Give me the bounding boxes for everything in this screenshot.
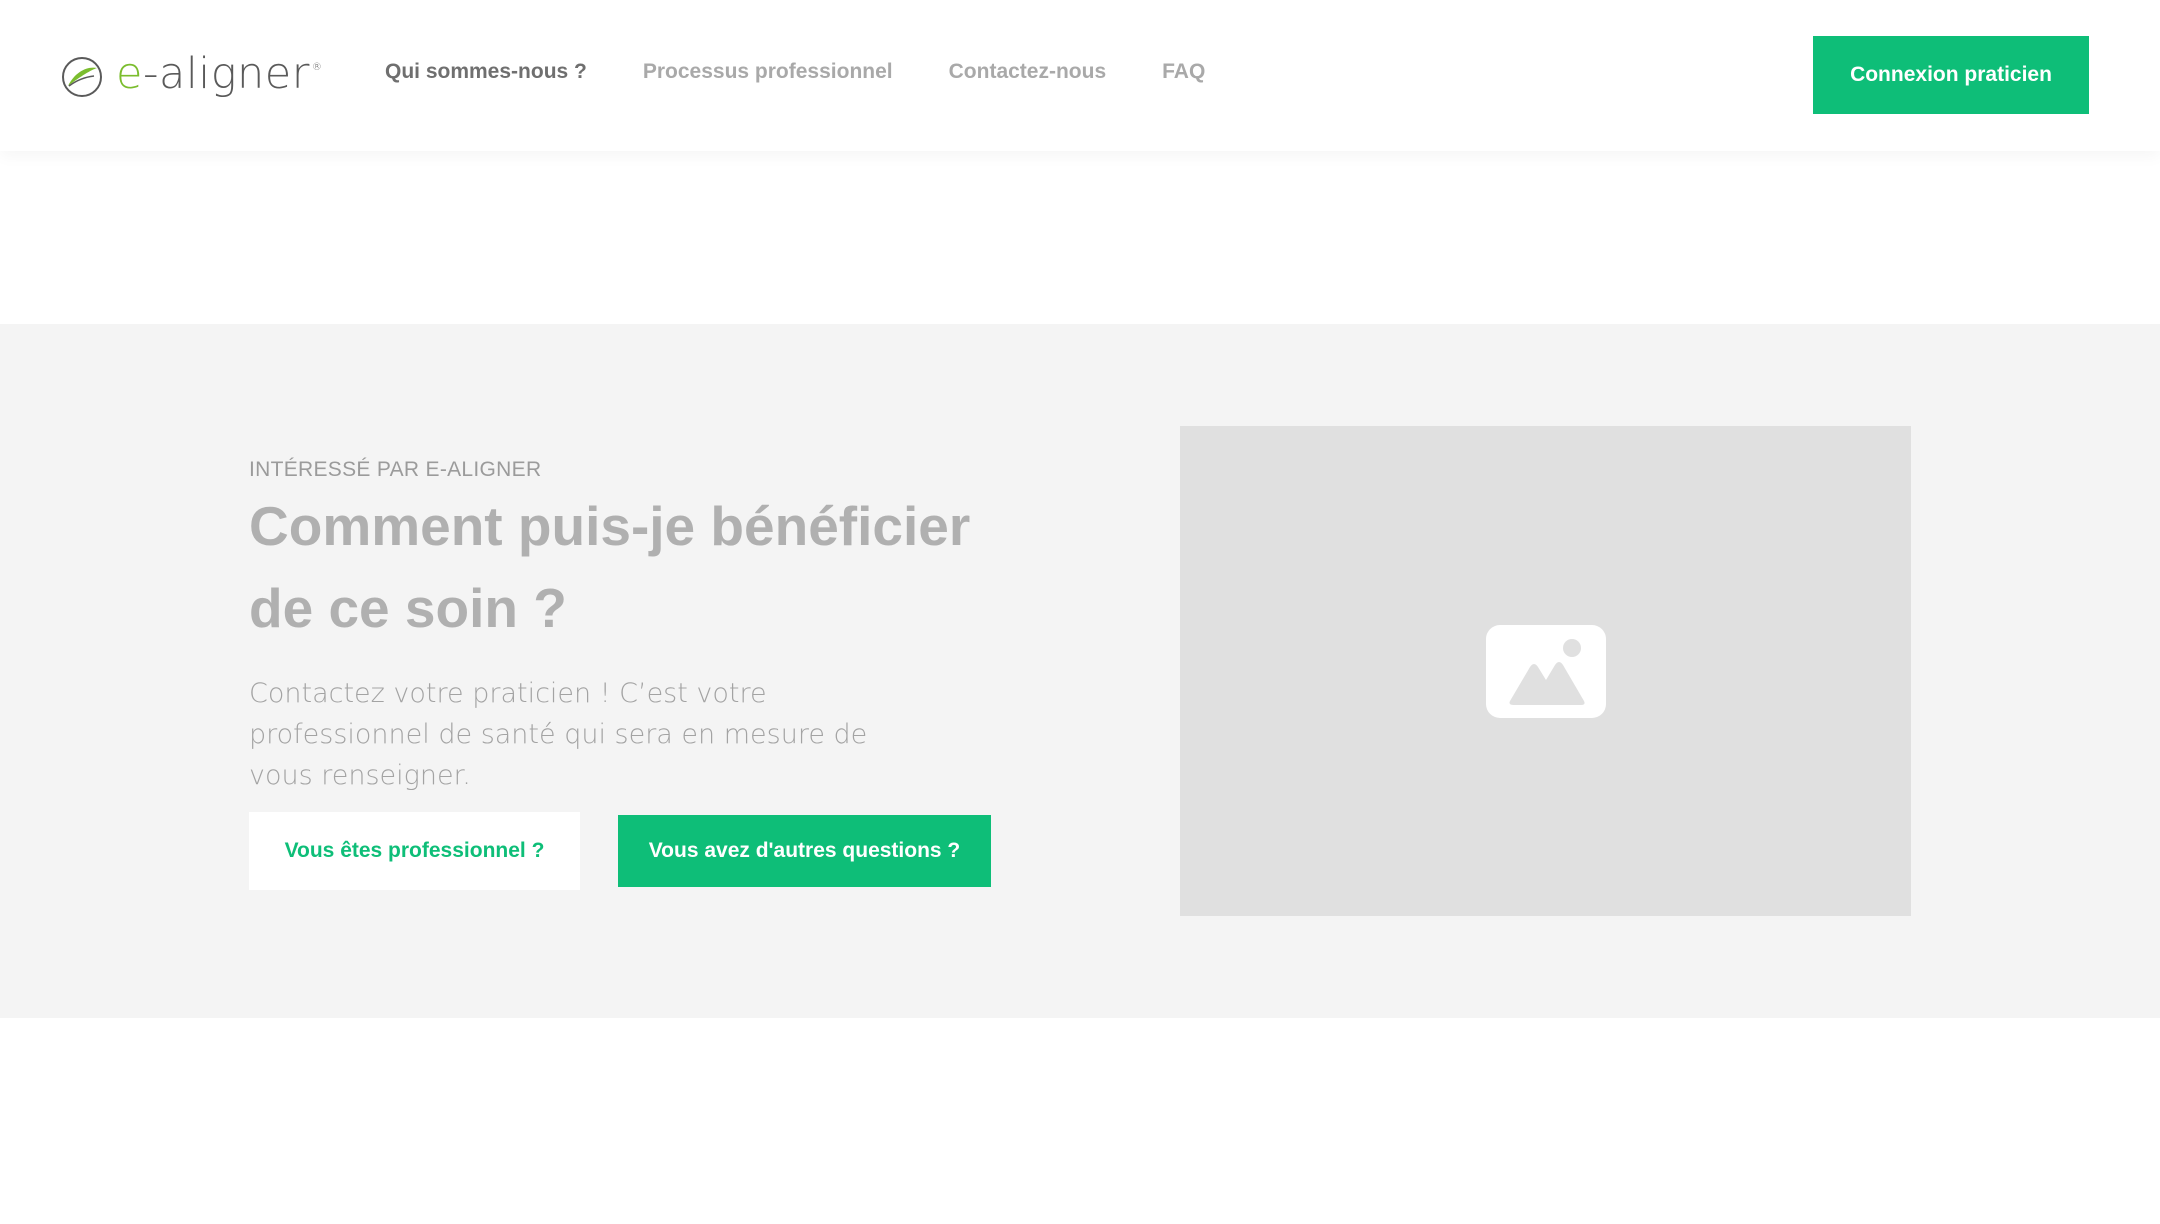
nav-item-contactez-nous[interactable]: Contactez-nous (949, 60, 1107, 84)
section-heading: Comment puis-je bénéficier de ce soin ? (249, 495, 971, 639)
nav-item-qui-sommes-nous[interactable]: Qui sommes-nous ? (385, 60, 587, 84)
main-nav: Qui sommes-nous ? Processus professionne… (385, 60, 1261, 84)
logo-wordmark: e-aligner ® (116, 52, 323, 96)
nav-item-processus-professionnel[interactable]: Processus professionnel (643, 60, 893, 84)
section-lead-text: Contactez votre praticien ! C’est votre … (249, 678, 868, 791)
image-placeholder-icon (1486, 625, 1606, 718)
logo-wordmark-prefix: e (116, 48, 143, 99)
other-questions-button[interactable]: Vous avez d'autres questions ? (618, 815, 991, 887)
practitioner-login-button[interactable]: Connexion praticien (1813, 36, 2089, 114)
brand-logo[interactable]: e-aligner ® (61, 52, 322, 102)
section-eyebrow: INTÉRESSÉ PAR E-ALIGNER (249, 458, 542, 481)
site-header: e-aligner ® Qui sommes-nous ? Processus p… (0, 0, 2160, 151)
logo-wordmark-rest: -aligner (142, 48, 310, 99)
registered-mark: ® (311, 61, 323, 73)
nav-item-faq[interactable]: FAQ (1162, 60, 1205, 84)
professional-button[interactable]: Vous êtes professionnel ? (249, 812, 580, 890)
leaf-circle-logo-icon (62, 57, 102, 97)
image-placeholder (1180, 426, 1911, 916)
hero-section: INTÉRESSÉ PAR E-ALIGNER Comment puis-je … (0, 324, 2160, 1018)
